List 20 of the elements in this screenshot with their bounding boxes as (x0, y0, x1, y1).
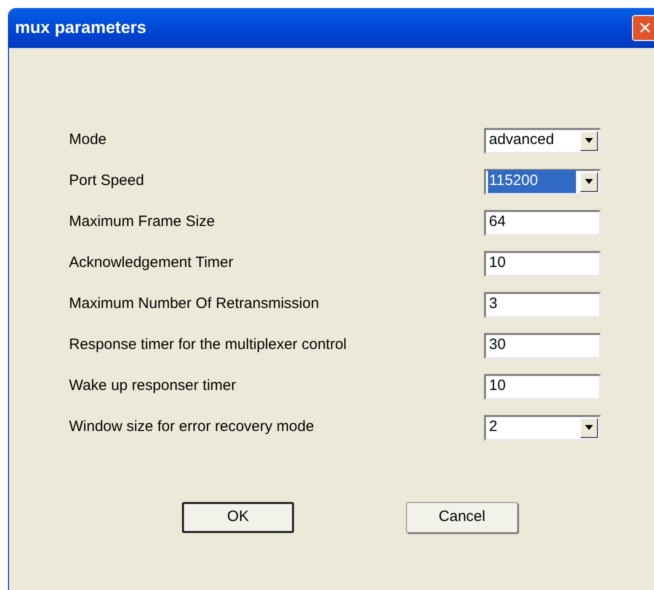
window-title: mux parameters (15, 17, 146, 40)
field-label: Maximum Frame Size (69, 212, 215, 232)
dialog-button[interactable]: OK (182, 502, 294, 533)
dialog-button[interactable]: Cancel (406, 502, 518, 533)
field-label: Response timer for the multiplexer control (69, 335, 347, 356)
field-label: Mode (69, 130, 107, 150)
dropdown[interactable]: advanced (484, 128, 601, 154)
input-field[interactable]: 64 (484, 210, 601, 236)
input-field[interactable]: 10 (484, 374, 601, 400)
input-field[interactable]: 30 (484, 332, 601, 358)
dropdown[interactable]: 115200 (484, 168, 601, 194)
field-label: Port Speed (69, 171, 144, 192)
field-label: Maximum Number Of Retransmission (69, 294, 320, 314)
field-label: Window size for error recovery mode (69, 417, 314, 438)
input-field[interactable]: 10 (484, 250, 601, 276)
input-field[interactable]: 3 (484, 292, 601, 318)
dropdown[interactable]: 2 (484, 414, 601, 440)
field-label: Wake up responser timer (69, 376, 236, 396)
close-button[interactable]: × (632, 15, 654, 41)
field-label: Acknowledgement Timer (69, 253, 234, 274)
